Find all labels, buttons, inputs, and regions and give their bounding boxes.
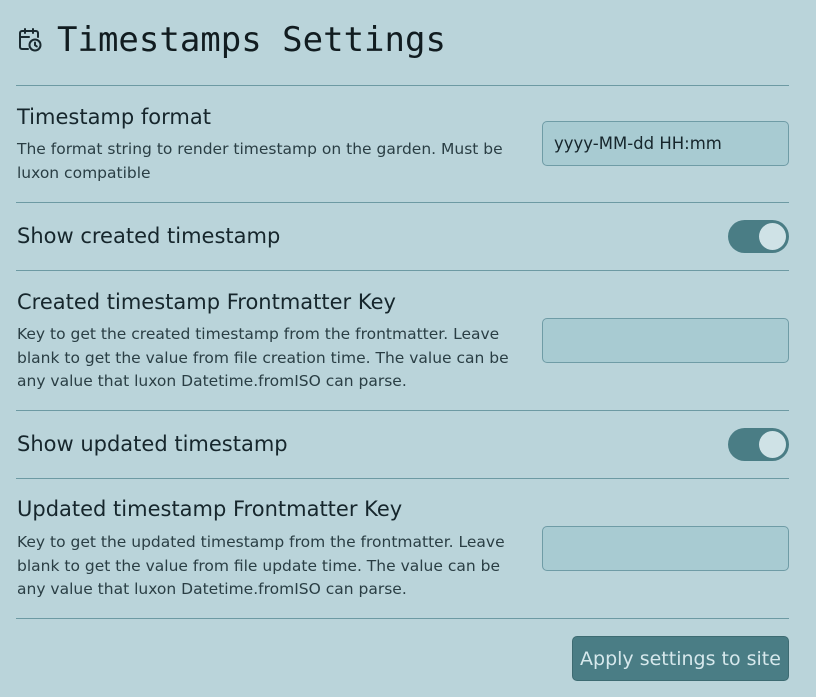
setting-desc-updated-key: Key to get the updated timestamp from th… — [17, 533, 505, 598]
setting-desc-created-key: Key to get the created timestamp from th… — [17, 325, 509, 390]
divider — [16, 202, 789, 203]
show-created-toggle[interactable] — [728, 220, 789, 253]
divider — [16, 85, 789, 86]
page-header: Timestamps Settings — [17, 20, 446, 60]
page-title: Timestamps Settings — [57, 20, 446, 60]
calendar-clock-icon — [17, 27, 43, 53]
setting-name-created-key: Created timestamp Frontmatter Key — [17, 290, 396, 314]
setting-name-updated-key: Updated timestamp Frontmatter Key — [17, 497, 403, 521]
updated-key-input[interactable] — [542, 526, 789, 571]
setting-name-timestamp-format: Timestamp format — [17, 105, 211, 129]
divider — [16, 618, 789, 619]
toggle-knob — [759, 223, 786, 250]
setting-desc-timestamp-format: The format string to render timestamp on… — [17, 140, 503, 182]
created-key-input[interactable] — [542, 318, 789, 363]
toggle-knob — [759, 431, 786, 458]
timestamp-format-input[interactable] — [542, 121, 789, 166]
divider — [16, 270, 789, 271]
apply-settings-button[interactable]: Apply settings to site — [572, 636, 789, 681]
divider — [16, 410, 789, 411]
setting-name-show-updated: Show updated timestamp — [17, 432, 288, 456]
show-updated-toggle[interactable] — [728, 428, 789, 461]
divider — [16, 478, 789, 479]
setting-name-show-created: Show created timestamp — [17, 224, 281, 248]
